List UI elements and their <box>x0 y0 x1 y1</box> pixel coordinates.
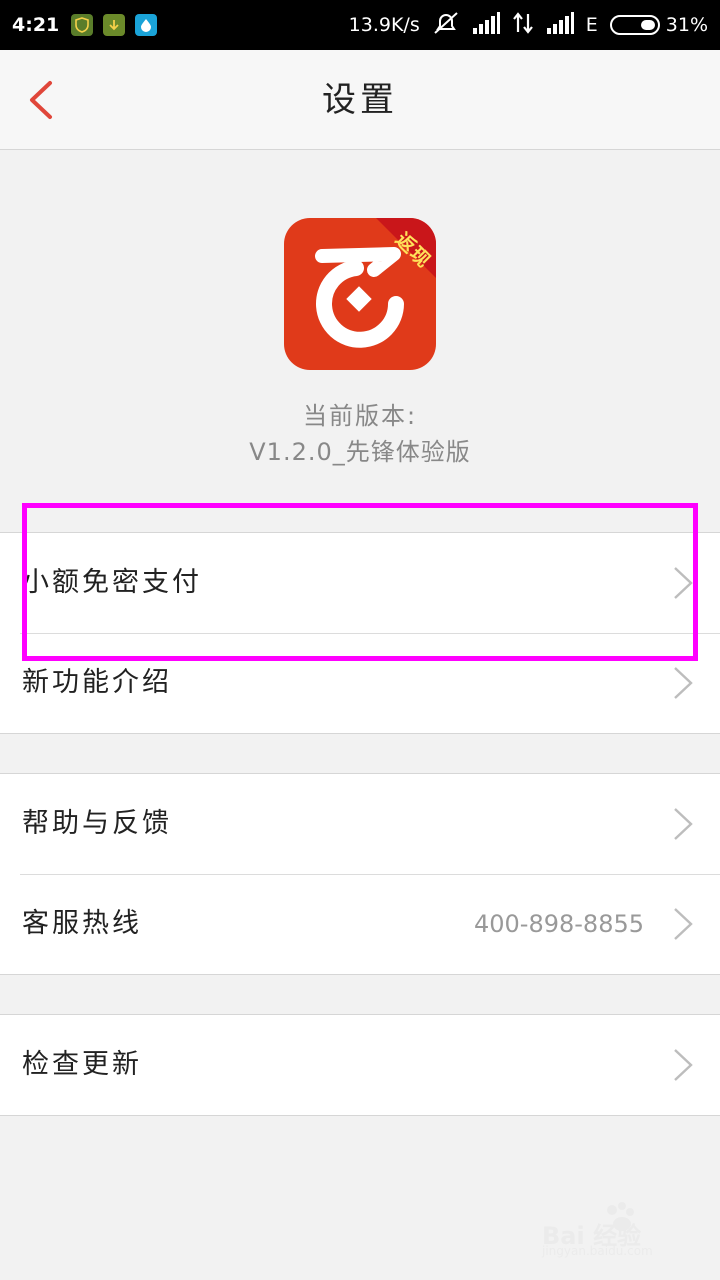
settings-group-support: 帮助与反馈 客服热线 400-898-8855 <box>0 773 720 975</box>
baidu-watermark: Bai 经验 jingyan.baidu.com <box>542 1200 682 1260</box>
chevron-right-icon <box>674 808 693 840</box>
settings-item-quick-pay[interactable]: 小额免密支付 <box>0 533 720 633</box>
chevron-right-icon <box>674 667 693 699</box>
settings-group-update: 检查更新 <box>0 1014 720 1116</box>
data-arrows-icon <box>512 11 534 39</box>
chevron-right-icon <box>674 567 693 599</box>
status-bar: 4:21 13.9K/s E 31% <box>0 0 720 50</box>
settings-item-help-feedback[interactable]: 帮助与反馈 <box>0 774 720 874</box>
battery: 31% <box>609 14 708 36</box>
network-type: E <box>585 14 598 36</box>
signal-icon <box>546 11 574 39</box>
app-logo: 返现 <box>284 218 436 370</box>
settings-item-label: 小额免密支付 <box>22 567 202 598</box>
watermark-url: jingyan.baidu.com <box>542 1244 653 1258</box>
chevron-right-icon <box>674 908 693 940</box>
hotline-number: 400-898-8855 <box>473 910 644 938</box>
page-title: 设置 <box>322 80 398 120</box>
shield-icon <box>71 14 94 36</box>
settings-item-label: 客服热线 <box>22 908 142 939</box>
header-bar: 设置 <box>0 50 720 150</box>
settings-item-check-update[interactable]: 检查更新 <box>0 1015 720 1115</box>
status-right: 13.9K/s E 31% <box>349 11 708 40</box>
settings-item-new-features[interactable]: 新功能介绍 <box>0 633 720 733</box>
droplet-icon <box>135 14 158 36</box>
version-value: V1.2.0_先锋体验版 <box>249 438 471 466</box>
battery-icon <box>609 15 660 35</box>
status-time: 4:21 <box>12 14 60 36</box>
network-speed: 13.9K/s <box>348 14 420 36</box>
settings-group-payment: 小额免密支付 新功能介绍 <box>0 532 720 734</box>
settings-item-hotline[interactable]: 客服热线 400-898-8855 <box>0 874 720 974</box>
download-icon <box>103 14 126 36</box>
settings-item-label: 帮助与反馈 <box>22 808 172 839</box>
settings-item-label: 新功能介绍 <box>22 667 172 698</box>
settings-item-label: 检查更新 <box>22 1049 142 1080</box>
version-label: 当前版本: <box>302 402 418 430</box>
battery-percent: 31% <box>665 14 708 36</box>
chevron-right-icon <box>674 1049 693 1081</box>
signal-icon <box>472 11 500 39</box>
mute-icon <box>432 11 460 40</box>
